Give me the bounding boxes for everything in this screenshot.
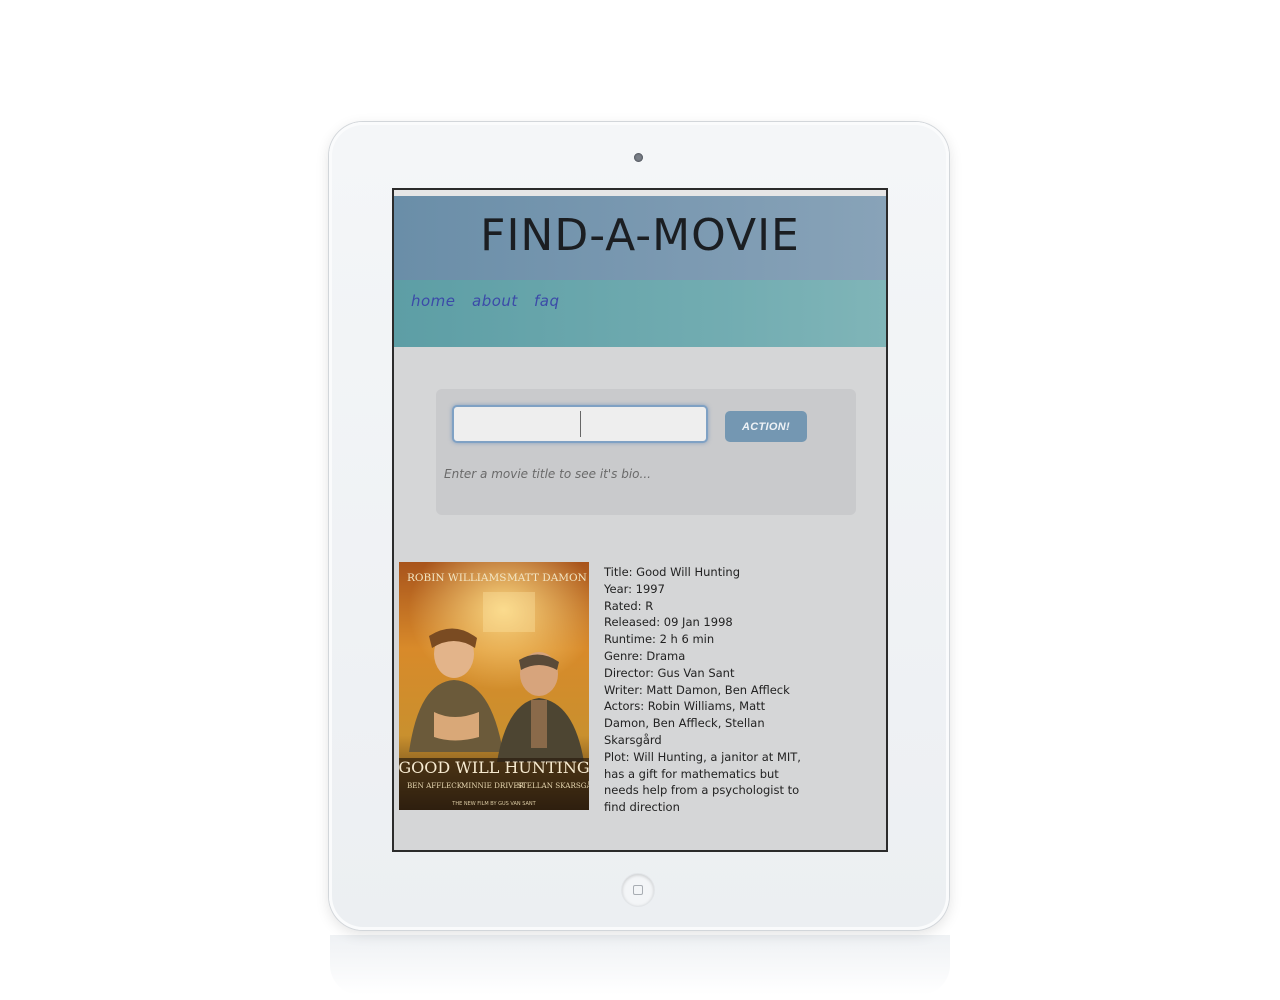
- poster-title: GOOD WILL HUNTING: [399, 758, 589, 777]
- detail-plot: Plot: Will Hunting, a janitor at MIT, ha…: [604, 749, 801, 815]
- nav-link-home[interactable]: home: [411, 292, 456, 310]
- detail-genre: Genre: Drama: [604, 648, 686, 663]
- movie-details: Title: Good Will Hunting Year: 1997 Rate…: [604, 564, 804, 816]
- nav-link-about[interactable]: about: [472, 292, 518, 310]
- text-caret: [580, 411, 581, 437]
- home-square-icon: [633, 885, 643, 895]
- poster-tagline: THE NEW FILM BY GUS VAN SANT: [451, 801, 536, 807]
- poster-credit-1: ROBIN WILLIAMS: [407, 572, 506, 584]
- nav-bar: home about faq: [394, 280, 886, 347]
- detail-writer: Writer: Matt Damon, Ben Affleck: [604, 682, 790, 697]
- nav-link-faq[interactable]: faq: [534, 292, 560, 310]
- detail-rated: Rated: R: [604, 598, 654, 613]
- site-title: FIND-A-MOVIE: [480, 210, 800, 261]
- home-button[interactable]: [622, 874, 654, 906]
- poster-credit-4: MINNIE DRIVER: [461, 781, 525, 790]
- device-reflection: [330, 935, 950, 995]
- site-header: FIND-A-MOVIE: [394, 196, 886, 280]
- action-button[interactable]: ACTION!: [725, 411, 807, 442]
- poster-credit-5: STELLAN SKARSGÅRD: [517, 781, 589, 790]
- poster-credit-3: BEN AFFLECK: [407, 781, 463, 790]
- detail-director: Director: Gus Van Sant: [604, 665, 735, 680]
- detail-runtime: Runtime: 2 h 6 min: [604, 632, 715, 647]
- search-panel: ACTION! Enter a movie title to see it's …: [436, 389, 856, 515]
- camera-icon: [634, 153, 643, 162]
- detail-released: Released: 09 Jan 1998: [604, 615, 733, 630]
- detail-title: Title: Good Will Hunting: [604, 565, 740, 579]
- browser-screen: FIND-A-MOVIE home about faq ACTION! Ente…: [392, 188, 888, 852]
- detail-year: Year: 1997: [604, 581, 665, 596]
- poster-credit-2: MATT DAMON: [507, 572, 587, 584]
- detail-actors: Actors: Robin Williams, Matt Damon, Ben …: [604, 699, 766, 747]
- movie-poster: ROBIN WILLIAMS MATT DAMON GOOD WILL HUNT…: [399, 562, 589, 810]
- tablet-device: FIND-A-MOVIE home about faq ACTION! Ente…: [329, 122, 949, 930]
- search-hint: Enter a movie title to see it's bio...: [444, 467, 651, 481]
